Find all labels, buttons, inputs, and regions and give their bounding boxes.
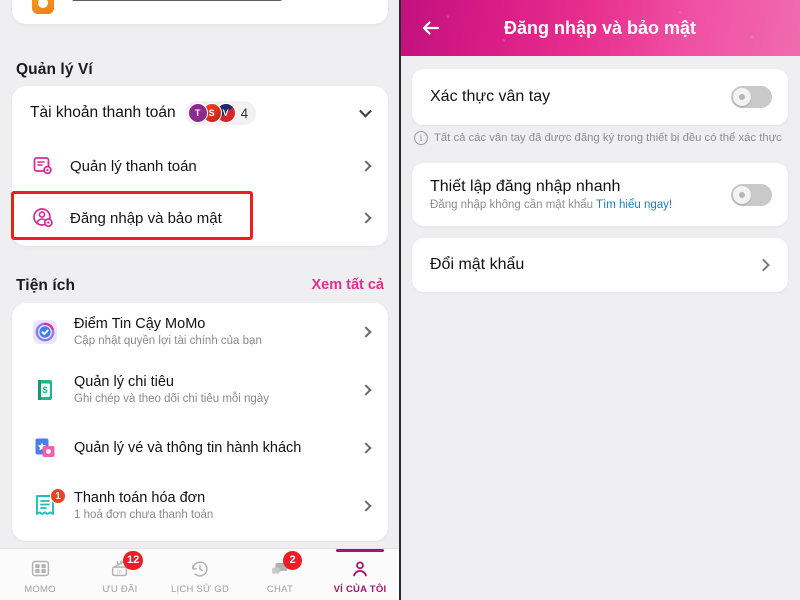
list-item-title: Thanh toán hóa đơn: [74, 490, 206, 506]
arrow-left-icon[interactable]: [418, 15, 444, 41]
chat-bubble-icon: 2: [269, 550, 302, 580]
bank-count-label: 4: [240, 105, 249, 121]
payment-management-icon: [30, 153, 56, 179]
list-item[interactable]: $ Quản lý chi tiêu Ghi chép và theo dõi …: [12, 361, 388, 419]
list-item-subtitle: Ghi chép và theo dõi chi tiêu mỗi ngày: [74, 393, 269, 405]
chevron-right-icon[interactable]: [360, 442, 372, 454]
login-security-row[interactable]: Đăng nhập và bảo mật: [12, 192, 388, 244]
utility-card: Điểm Tin Cậy MoMo Cập nhật quyền lợi tài…: [12, 303, 388, 541]
panel-divider: [399, 0, 401, 600]
nav-label-vi-cua-toi: VÍ CỦA TÔI: [333, 583, 387, 595]
chevron-right-icon[interactable]: [360, 384, 372, 396]
bank-badges-group: T S V 4: [184, 101, 257, 125]
trust-score-icon: [30, 317, 60, 347]
fingerprint-info-note: i Tất cả các vân tay đã được đăng ký tro…: [414, 131, 794, 145]
ticket-icon: [30, 433, 60, 463]
nav-label-momo: MOMO: [24, 583, 56, 595]
person-icon: [349, 558, 371, 580]
change-password-label: Đổi mật khẩu: [430, 256, 525, 273]
info-circle-icon: i: [414, 131, 428, 145]
bank-badge-1: T: [187, 103, 208, 123]
login-security-label: Đăng nhập và bảo mật: [70, 209, 222, 227]
momo-logo-icon: [30, 558, 51, 580]
invoice-icon: 1: [30, 488, 66, 521]
left-phone-screen: Quản lý Ví Tài khoản thanh toán T S V 4: [0, 0, 400, 600]
quick-login-row[interactable]: Thiết lập đăng nhập nhanh Đăng nhập khôn…: [412, 163, 788, 226]
list-item-subtitle: Cập nhật quyền lợi tài chính của bạn: [74, 335, 262, 347]
change-password-row[interactable]: Đổi mật khẩu: [412, 238, 788, 292]
chevron-right-icon[interactable]: [360, 160, 372, 172]
partial-top-card-text: [72, 0, 282, 1]
nav-item-chat[interactable]: 2 CHAT: [240, 549, 320, 600]
nav-item-lich-su-gd[interactable]: LỊCH SỬ GD: [160, 549, 240, 600]
page-title: Đăng nhập và bảo mật: [503, 17, 697, 38]
list-item[interactable]: 1 Thanh toán hóa đơn 1 hoá đơn chưa than…: [12, 477, 388, 535]
utility-section-title: Tiện ích: [16, 277, 76, 294]
fingerprint-info-text: Tất cả các vân tay đã được đăng ký trong…: [434, 132, 782, 144]
wallet-management-card: Tài khoản thanh toán T S V 4 Quản lý tha…: [12, 86, 388, 246]
svg-text:$: $: [42, 385, 47, 395]
change-password-card: Đổi mật khẩu: [412, 238, 788, 292]
spending-book-icon: $: [30, 375, 60, 405]
chevron-down-icon[interactable]: [359, 104, 372, 118]
list-item-title: Điểm Tin Cậy MoMo: [74, 316, 206, 332]
chevron-right-icon[interactable]: [360, 326, 372, 338]
fingerprint-toggle[interactable]: [731, 86, 772, 108]
quick-login-label: Thiết lập đăng nhập nhanh: [430, 178, 621, 195]
history-clock-icon: [189, 558, 211, 580]
quick-login-card: Thiết lập đăng nhập nhanh Đăng nhập khôn…: [412, 163, 788, 226]
dual-screenshot-container: Quản lý Ví Tài khoản thanh toán T S V 4: [0, 0, 800, 600]
nav-badge-uu-dai: 12: [123, 550, 144, 570]
nav-label-lich-su-gd: LỊCH SỬ GD: [170, 583, 230, 595]
nav-item-momo[interactable]: MOMO: [0, 549, 80, 600]
list-item[interactable]: Điểm Tin Cậy MoMo Cập nhật quyền lợi tài…: [12, 303, 388, 361]
learn-more-link[interactable]: Tìm hiểu ngay!: [596, 199, 672, 211]
chevron-right-icon[interactable]: [360, 212, 372, 224]
list-item[interactable]: Quản lý vé và thông tin hành khách: [12, 419, 388, 477]
bottom-navigation-bar: MOMO m 12 ƯU ĐÃI LỊCH SỬ GD 2 CHAT VÍ CỦ…: [0, 548, 400, 600]
nav-badge-chat: 2: [283, 550, 302, 570]
toggle-knob: [733, 88, 751, 106]
login-security-icon: [30, 205, 56, 231]
orange-rounded-icon: [32, 0, 54, 14]
partial-top-card[interactable]: [12, 0, 388, 24]
quick-login-subtitle: Đăng nhập không cần mật khẩu: [430, 199, 594, 211]
payment-management-label: Quản lý thanh toán: [70, 157, 197, 175]
payment-account-label: Tài khoản thanh toán: [30, 104, 176, 121]
svg-text:m: m: [117, 569, 122, 575]
list-item-title: Quản lý vé và thông tin hành khách: [74, 440, 302, 456]
wallet-section-title: Quản lý Ví: [16, 61, 93, 78]
see-all-link[interactable]: Xem tất cả: [311, 277, 384, 293]
fingerprint-auth-label: Xác thực vân tay: [430, 88, 551, 105]
page-header: Đăng nhập và bảo mật: [400, 0, 800, 56]
chevron-right-icon[interactable]: [360, 500, 372, 512]
nav-label-chat: CHAT: [266, 583, 294, 595]
nav-item-uu-dai[interactable]: m 12 ƯU ĐÃI: [80, 549, 160, 600]
nav-item-vi-cua-toi[interactable]: VÍ CỦA TÔI: [320, 549, 400, 600]
toggle-knob: [733, 185, 751, 204]
list-item-subtitle: 1 hoá đơn chưa thanh toán: [74, 509, 214, 521]
gift-voucher-icon: m 12: [109, 550, 144, 580]
right-phone-screen: Đăng nhập và bảo mật Xác thực vân tay i …: [400, 0, 800, 600]
fingerprint-auth-card: Xác thực vân tay: [412, 69, 788, 125]
quick-login-toggle[interactable]: [731, 183, 772, 206]
quick-login-subtitle-wrap: Đăng nhập không cần mật khẩu Tìm hiểu ng…: [430, 199, 770, 211]
payment-account-row[interactable]: Tài khoản thanh toán T S V 4: [12, 86, 388, 140]
invoice-count-badge: 1: [50, 488, 66, 504]
nav-label-uu-dai: ƯU ĐÃI: [102, 583, 138, 595]
list-item-title: Quản lý chi tiêu: [74, 374, 174, 390]
payment-management-row[interactable]: Quản lý thanh toán: [12, 140, 388, 192]
fingerprint-auth-row[interactable]: Xác thực vân tay: [412, 69, 788, 125]
